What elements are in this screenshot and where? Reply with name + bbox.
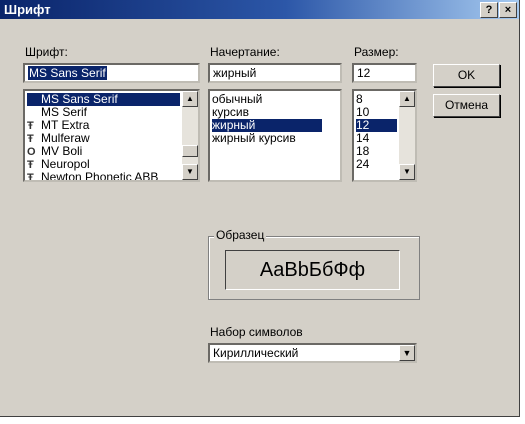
window-title: Шрифт xyxy=(4,2,51,17)
font-dialog: Шрифт ? × Шрифт: MS Sans Serif Ŧ Newton P… xyxy=(0,0,520,417)
list-item-label: Newton Phonetic ABB xyxy=(41,171,159,182)
style-input[interactable]: жирный xyxy=(208,63,342,83)
list-item-label: Mulferaw xyxy=(41,132,90,145)
scroll-thumb[interactable] xyxy=(182,145,198,157)
help-button[interactable]: ? xyxy=(480,2,498,18)
list-item-label: MT Extra xyxy=(41,119,90,132)
list-item[interactable]: жирный xyxy=(212,119,322,132)
scroll-up-icon[interactable]: ▲ xyxy=(399,91,415,107)
font-type-icon: Ŧ xyxy=(27,159,34,171)
list-item[interactable]: 18 xyxy=(356,145,397,158)
list-item[interactable]: MS Serif xyxy=(27,106,180,119)
chevron-down-icon[interactable]: ▼ xyxy=(399,345,415,361)
list-item[interactable]: MS Sans Serif xyxy=(27,93,180,106)
list-item[interactable]: Ŧ MT Extra xyxy=(27,119,180,132)
scroll-down-icon[interactable]: ▼ xyxy=(399,164,415,180)
list-item[interactable]: 14 xyxy=(356,132,397,145)
font-input-value: MS Sans Serif xyxy=(28,66,107,80)
scroll-up-icon[interactable]: ▲ xyxy=(182,91,198,107)
charset-select[interactable]: Кириллический ▼ xyxy=(208,343,417,363)
style-label: Начертание: xyxy=(210,45,280,59)
list-item-label: Neuropol xyxy=(41,158,90,171)
list-item[interactable]: 24 xyxy=(356,158,397,171)
list-item[interactable]: жирный курсив xyxy=(212,132,322,145)
list-item[interactable]: 10 xyxy=(356,106,397,119)
font-type-icon: Ŧ xyxy=(27,120,34,132)
size-input[interactable]: 12 xyxy=(352,63,417,83)
list-item[interactable]: Ŧ Newton Phonetic ABB xyxy=(27,171,180,182)
font-list[interactable]: Ŧ Newton Phonetic ABB Ŧ Neuropol O MV Boli Ŧ Mu… xyxy=(23,89,200,182)
list-item[interactable]: Ŧ Neuropol xyxy=(27,158,180,171)
sample-label: Образец xyxy=(214,228,267,242)
list-item[interactable]: 12 xyxy=(356,119,397,132)
size-label: Размер: xyxy=(354,45,399,59)
list-item-label: MS Serif xyxy=(41,106,88,119)
list-item[interactable]: обычный xyxy=(212,93,322,106)
font-label: Шрифт: xyxy=(25,45,68,59)
scroll-down-icon[interactable]: ▼ xyxy=(182,164,198,180)
cancel-button[interactable]: Отмена xyxy=(433,94,500,117)
list-item[interactable]: Ŧ Mulferaw xyxy=(27,132,180,145)
list-item[interactable]: O MV Boli xyxy=(27,145,180,158)
font-input[interactable]: MS Sans Serif xyxy=(23,63,200,83)
font-list-scrollbar[interactable]: ▲ ▼ xyxy=(182,91,198,180)
title-bar[interactable]: Шрифт ? × xyxy=(0,0,519,19)
list-item[interactable]: 8 xyxy=(356,93,397,106)
charset-label: Набор символов xyxy=(210,325,303,339)
list-item[interactable]: курсив xyxy=(212,106,322,119)
style-list[interactable]: жирный курсив жирный курсив обычный xyxy=(208,89,342,182)
charset-value: Кириллический xyxy=(213,346,299,360)
sample-preview: AaBbБбФф xyxy=(225,250,400,290)
ok-button[interactable]: OK xyxy=(433,64,500,87)
close-button[interactable]: × xyxy=(499,2,517,18)
font-type-icon: Ŧ xyxy=(27,172,34,182)
list-item-label: MS Sans Serif xyxy=(41,93,118,106)
size-list-scrollbar[interactable]: ▲ ▼ xyxy=(399,91,415,180)
font-type-icon: O xyxy=(27,146,36,158)
list-item-label: MV Boli xyxy=(41,145,83,158)
size-list[interactable]: 24 18 14 12 10 8 ▲ ▼ xyxy=(352,89,417,182)
font-type-icon: Ŧ xyxy=(27,133,34,145)
